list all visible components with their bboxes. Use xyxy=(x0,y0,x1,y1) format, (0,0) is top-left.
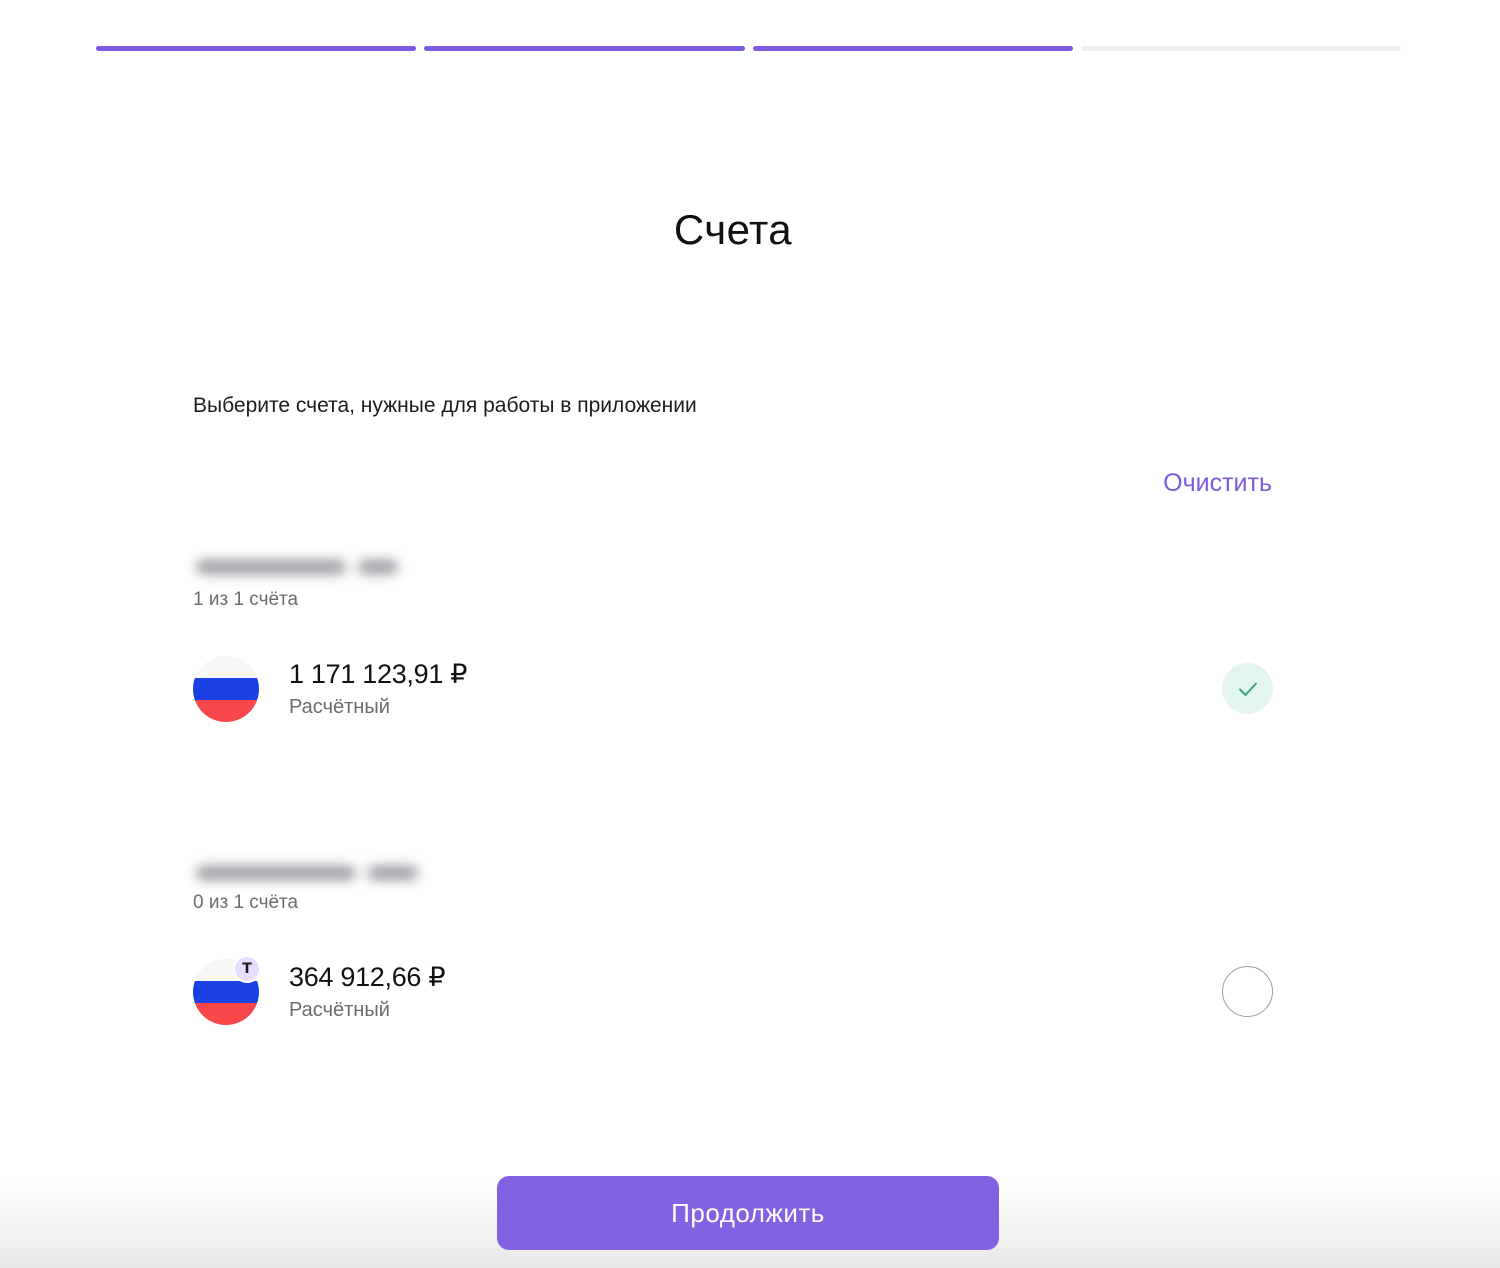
account-amount: 1 171 123,91 ₽ xyxy=(289,659,468,689)
progress-step-2 xyxy=(424,46,745,51)
account-amount: 364 912,66 ₽ xyxy=(289,962,446,992)
progress-step-4 xyxy=(1080,46,1401,51)
page-title: Счета xyxy=(673,206,793,253)
continue-button[interactable]: Продолжить xyxy=(497,1176,999,1250)
account-type: Расчётный xyxy=(289,999,390,1021)
account-row[interactable]: T 364 912,66 ₽ Расчётный xyxy=(193,955,1273,1029)
check-icon xyxy=(1238,682,1257,696)
russia-flag-icon xyxy=(193,656,259,722)
account-checkbox-checked[interactable] xyxy=(1222,663,1273,714)
group-count: 0 из 1 счёта xyxy=(193,892,299,913)
group-name-redacted xyxy=(182,856,434,890)
page-subtitle: Выберите счета, нужные для работы в прил… xyxy=(193,394,697,417)
progress-step-1 xyxy=(96,46,417,51)
progress-step-3 xyxy=(752,46,1073,51)
account-type: Расчётный xyxy=(289,696,390,718)
group-count: 1 из 1 счёта xyxy=(193,589,299,610)
group-name-redacted xyxy=(182,550,417,584)
account-row[interactable]: 1 171 123,91 ₽ Расчётный xyxy=(193,656,1273,726)
clear-selection-link[interactable]: Очистить xyxy=(1163,469,1272,498)
bank-logo-icon: T xyxy=(233,955,261,983)
progress-bar xyxy=(96,46,1401,52)
account-checkbox-unchecked[interactable] xyxy=(1222,966,1273,1017)
